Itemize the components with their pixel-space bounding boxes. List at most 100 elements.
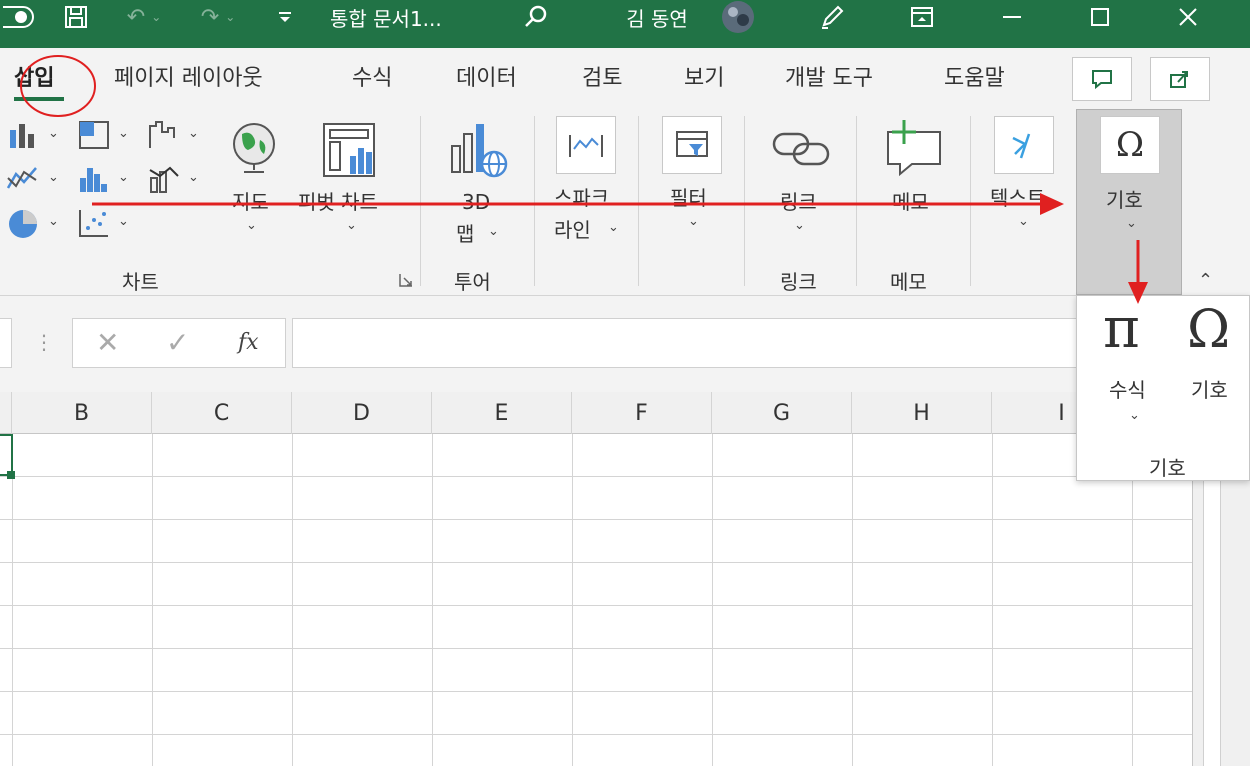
column-header-f[interactable]: F — [572, 392, 712, 434]
chevron-down-icon[interactable]: ⌄ — [1126, 216, 1137, 231]
filter-icon[interactable] — [662, 116, 722, 174]
line-chart-icon[interactable] — [6, 164, 40, 198]
maximize-icon[interactable] — [1078, 0, 1122, 34]
combo-chart-icon[interactable] — [148, 164, 180, 198]
cancel-icon[interactable]: ✕ — [96, 326, 119, 359]
sparkline-label-line1[interactable]: 스파크 — [554, 182, 609, 211]
tab-developer[interactable]: 개발 도구 — [785, 60, 873, 92]
title-bar: ↶ ⌄ ↷ ⌄ 통합 문서1... 김 동연 — [0, 0, 1250, 48]
pie-chart-icon[interactable] — [6, 208, 40, 244]
column-header-d[interactable]: D — [292, 392, 432, 434]
chevron-down-icon[interactable]: ⌄ — [118, 126, 129, 141]
fill-handle[interactable] — [7, 471, 15, 479]
minimize-icon[interactable] — [990, 0, 1034, 34]
search-icon[interactable] — [516, 0, 556, 34]
insert-function-icon[interactable]: fx — [238, 330, 259, 355]
group-label-tour: 투어 — [454, 270, 491, 294]
symbols-label[interactable]: 기호 — [1106, 184, 1143, 213]
comment-label[interactable]: 메모 — [892, 186, 929, 215]
document-title: 통합 문서1... — [330, 6, 442, 31]
waterfall-chart-icon[interactable] — [148, 120, 180, 154]
ribbon-display-options-icon[interactable] — [900, 0, 944, 34]
sparkline-icon[interactable] — [556, 116, 616, 174]
pi-icon[interactable]: π — [1103, 296, 1140, 361]
save-icon[interactable] — [56, 0, 96, 34]
column-header-b[interactable]: B — [12, 392, 152, 434]
text-icon[interactable] — [994, 116, 1054, 174]
chevron-down-icon[interactable]: ⌄ — [188, 170, 199, 185]
column-header-g[interactable]: G — [712, 392, 852, 434]
column-chart-icon[interactable] — [8, 120, 40, 154]
comments-button[interactable] — [1072, 57, 1132, 101]
redo-icon[interactable]: ↷ ⌄ — [190, 0, 246, 34]
maps-label[interactable]: 지도 — [232, 186, 269, 215]
chevron-down-icon[interactable]: ⌄ — [688, 214, 699, 229]
group-separator — [534, 116, 535, 286]
ribbon: ⌄ ⌄ ⌄ ⌄ ⌄ ⌄ ⌄ ⌄ 지도 ⌄ 피벗 차트 ⌄ 차트 3D 맵 ⌄ 투… — [0, 106, 1250, 296]
pivot-chart-icon[interactable] — [322, 122, 380, 184]
close-icon[interactable] — [1166, 0, 1210, 34]
chevron-down-icon[interactable]: ⌄ — [48, 126, 59, 141]
dialog-launcher-icon[interactable] — [398, 272, 414, 292]
undo-icon[interactable]: ↶ ⌄ — [116, 0, 172, 34]
active-cell[interactable] — [0, 434, 13, 476]
chevron-down-icon[interactable]: ⌄ — [608, 220, 619, 235]
pen-icon[interactable] — [810, 0, 854, 34]
grid-line — [572, 434, 573, 766]
tab-data[interactable]: 데이터 — [456, 60, 517, 92]
pivot-chart-label[interactable]: 피벗 차트 — [298, 186, 378, 215]
3d-map-label-line1[interactable]: 3D — [462, 190, 490, 214]
tab-help[interactable]: 도움말 — [944, 60, 1005, 92]
3d-map-icon[interactable] — [448, 122, 512, 186]
column-header-h[interactable]: H — [852, 392, 992, 434]
3d-map-label-line2[interactable]: 맵 — [456, 218, 474, 247]
hierarchy-chart-icon[interactable] — [78, 120, 110, 154]
chevron-down-icon[interactable]: ⌄ — [246, 218, 257, 233]
column-header[interactable] — [0, 392, 12, 434]
chevron-down-icon[interactable]: ⌄ — [346, 218, 357, 233]
collapse-ribbon-icon[interactable]: ⌃ — [1198, 270, 1213, 291]
chevron-down-icon[interactable]: ⌄ — [488, 224, 499, 239]
sparkline-label-line2[interactable]: 라인 — [554, 214, 591, 243]
formula-input[interactable] — [292, 318, 1092, 368]
chevron-down-icon[interactable]: ⌄ — [188, 126, 199, 141]
text-label[interactable]: 텍스트 — [990, 182, 1045, 211]
link-label[interactable]: 링크 — [780, 186, 817, 215]
column-header-e[interactable]: E — [432, 392, 572, 434]
statistic-chart-icon[interactable] — [78, 164, 110, 198]
name-box[interactable] — [0, 318, 12, 368]
chevron-down-icon[interactable]: ⌄ — [1018, 214, 1029, 229]
chevron-down-icon[interactable]: ⌄ — [48, 214, 59, 229]
avatar[interactable] — [716, 0, 760, 34]
chevron-down-icon[interactable]: ⌄ — [1129, 408, 1140, 423]
chevron-down-icon[interactable]: ⌄ — [48, 170, 59, 185]
active-tab-indicator — [14, 97, 64, 101]
worksheet-grid[interactable] — [0, 434, 1192, 766]
column-header-c[interactable]: C — [152, 392, 292, 434]
chevron-down-icon[interactable]: ⌄ — [794, 218, 805, 233]
tab-formulas[interactable]: 수식 — [352, 60, 392, 92]
customize-toolbar-icon[interactable] — [270, 0, 300, 34]
new-comment-icon[interactable] — [882, 118, 944, 180]
filter-label[interactable]: 필터 — [670, 182, 707, 211]
link-icon[interactable] — [770, 126, 832, 176]
tab-page-layout[interactable]: 페이지 레이아웃 — [114, 60, 263, 92]
scatter-chart-icon[interactable] — [78, 208, 110, 242]
tab-review[interactable]: 검토 — [582, 60, 622, 92]
globe-icon[interactable] — [228, 120, 280, 180]
chevron-down-icon[interactable]: ⌄ — [118, 170, 129, 185]
share-button[interactable] — [1150, 57, 1210, 101]
group-separator — [970, 116, 971, 286]
enter-icon[interactable]: ✓ — [166, 326, 189, 359]
equation-label[interactable]: 수식 — [1109, 374, 1146, 403]
group-separator — [638, 116, 639, 286]
tab-insert[interactable]: 삽입 — [14, 60, 54, 92]
autosave-toggle[interactable] — [0, 0, 40, 34]
omega-icon[interactable]: Ω — [1100, 116, 1160, 174]
symbol-label[interactable]: 기호 — [1191, 374, 1228, 403]
group-label-symbols: 기호 — [1149, 456, 1186, 480]
omega-icon[interactable]: Ω — [1187, 300, 1230, 360]
group-separator — [420, 116, 421, 286]
tab-view[interactable]: 보기 — [684, 60, 724, 92]
chevron-down-icon[interactable]: ⌄ — [118, 214, 129, 229]
